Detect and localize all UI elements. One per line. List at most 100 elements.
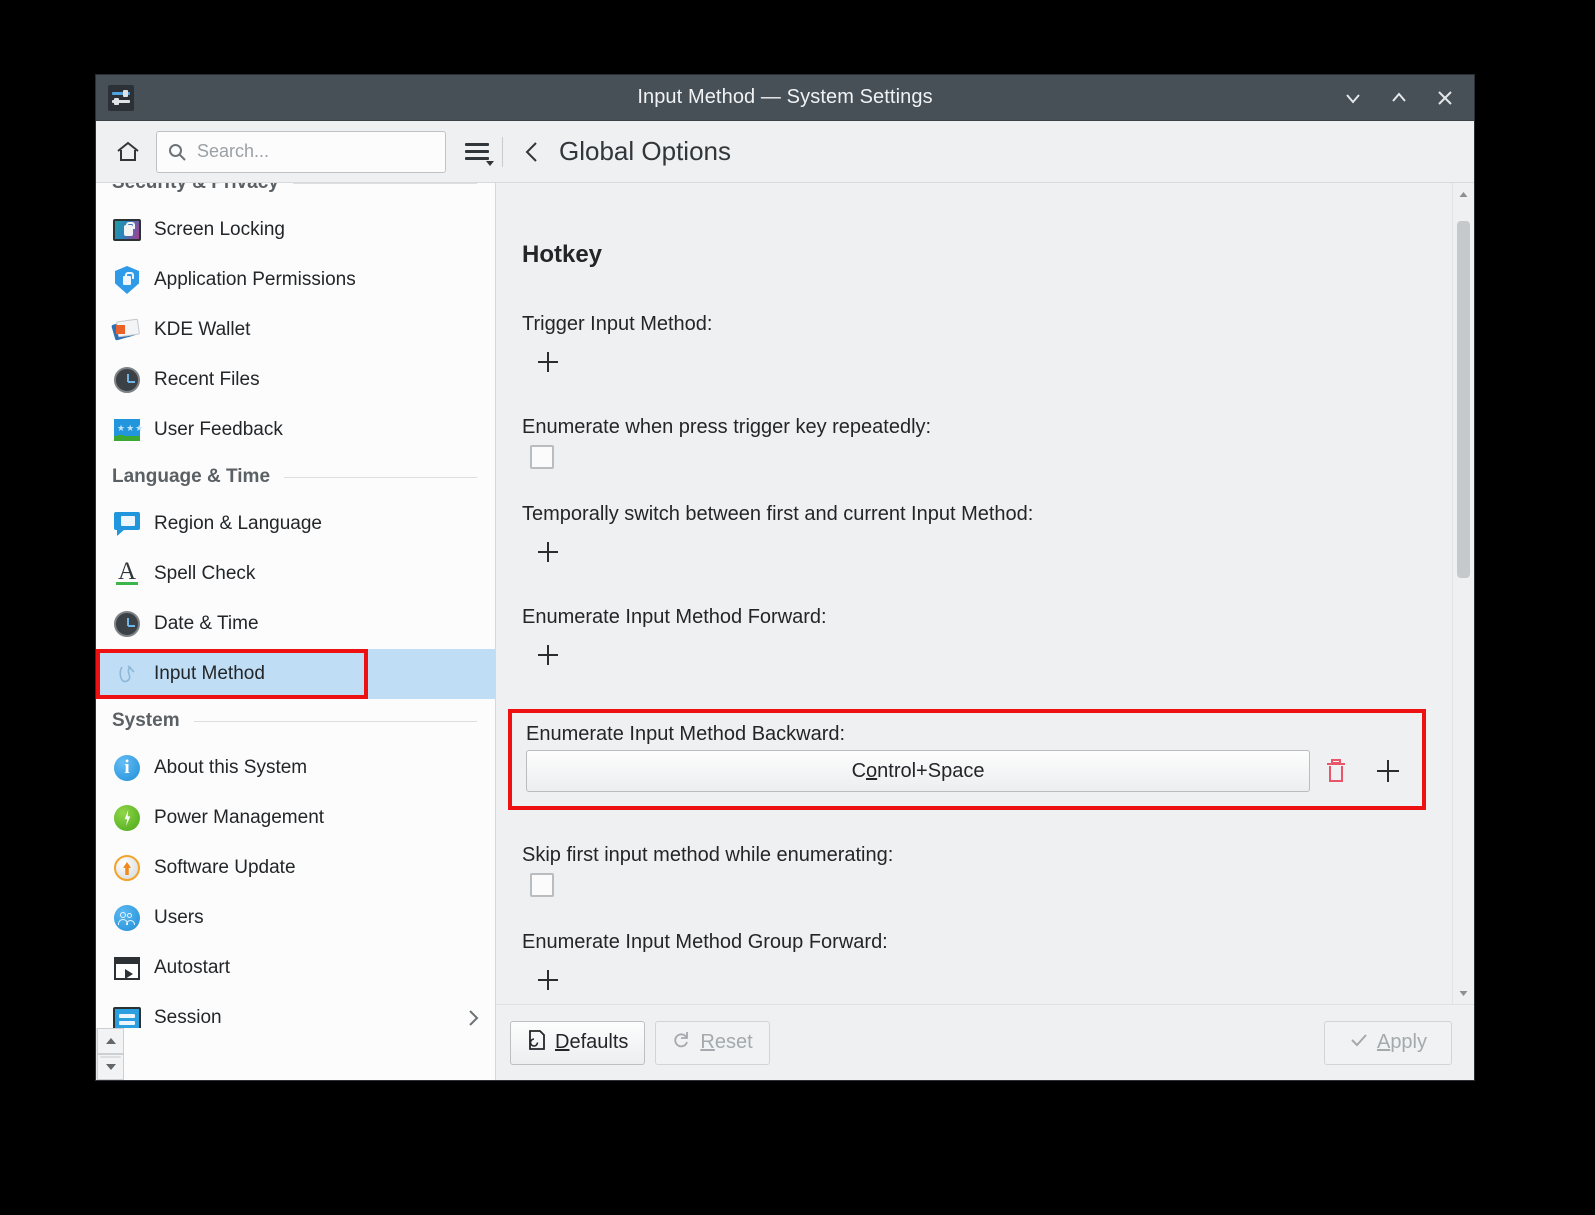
global-options-panel: Hotkey Trigger Input Method: Enumerate w…: [496, 183, 1452, 1004]
hotkey-value: Control+Space: [851, 759, 985, 782]
sidebar-item-session[interactable]: Session: [96, 993, 495, 1028]
defaults-button[interactable]: Defaults: [510, 1020, 646, 1065]
screen-locking-icon: [112, 215, 142, 245]
sidebar-item-region-language[interactable]: Region & Language: [96, 499, 495, 549]
minimize-icon[interactable]: [1338, 83, 1368, 113]
section-title-hotkey: Hotkey: [522, 241, 603, 268]
field-temporally-switch: Temporally switch between first and curr…: [522, 503, 1412, 572]
sidebar-list: Security & Privacy Screen Locking Applic…: [96, 183, 495, 1028]
sidebar-item-label: Session: [154, 1007, 222, 1028]
sidebar-item-label: Recent Files: [154, 369, 260, 390]
sidebar-item-label: Users: [154, 907, 204, 928]
maximize-icon[interactable]: [1384, 83, 1414, 113]
toolbar: Global Options: [96, 121, 1474, 183]
sidebar-item-kde-wallet[interactable]: KDE Wallet: [96, 305, 495, 355]
field-label: Temporally switch between first and curr…: [522, 503, 1034, 525]
content-scrollarea: Hotkey Trigger Input Method: Enumerate w…: [496, 183, 1474, 1004]
session-icon: [112, 1003, 142, 1028]
content-area: Hotkey Trigger Input Method: Enumerate w…: [496, 183, 1474, 1080]
reset-button[interactable]: Reset: [655, 1020, 770, 1065]
sidebar-group-security-privacy: Security & Privacy: [96, 183, 495, 205]
clock-icon: [112, 365, 142, 395]
divider: [292, 183, 477, 184]
sidebar-item-screen-locking[interactable]: Screen Locking: [96, 205, 495, 255]
scroll-up-arrow-icon[interactable]: [97, 1028, 124, 1054]
field-label: Enumerate Input Method Forward:: [522, 606, 827, 628]
scroll-up-arrow-icon[interactable]: [1453, 183, 1474, 205]
sidebar-group-label: Language & Time: [112, 466, 271, 487]
defaults-label: Defaults: [555, 1031, 629, 1053]
window-body: Security & Privacy Screen Locking Applic…: [96, 183, 1474, 1080]
sidebar-item-spell-check[interactable]: A Spell Check: [96, 549, 495, 599]
sidebar-item-input-method[interactable]: Input Method: [96, 649, 495, 699]
sidebar-scroll-viewport: Security & Privacy Screen Locking Applic…: [96, 183, 495, 1028]
add-shortcut-button-enumerate-group-forward[interactable]: [528, 960, 568, 1000]
checkbox-skip-first-input-method[interactable]: [530, 873, 554, 897]
sidebar-item-autostart[interactable]: Autostart: [96, 943, 495, 993]
hotkey-button-enumerate-backward[interactable]: Control+Space: [526, 750, 1310, 792]
window-controls: [1338, 83, 1474, 113]
menu-icon[interactable]: [460, 132, 494, 172]
system-settings-window: Input Method — System Settings Search...…: [96, 75, 1474, 1080]
apply-label: Apply: [1376, 1031, 1428, 1053]
clock-icon: [112, 609, 142, 639]
sidebar-item-application-permissions[interactable]: Application Permissions: [96, 255, 495, 305]
sidebar-group-label: System: [112, 710, 180, 731]
sidebar-group-system: System: [96, 699, 495, 743]
divider: [284, 476, 477, 478]
search-input[interactable]: [195, 140, 435, 163]
field-label: Trigger Input Method:: [522, 313, 713, 335]
content-scrollbar[interactable]: [1452, 183, 1474, 1004]
spell-check-icon: A: [116, 558, 138, 585]
reset-label: Reset: [700, 1031, 753, 1053]
add-shortcut-button-enumerate-forward[interactable]: [528, 635, 568, 675]
sidebar-item-date-time[interactable]: Date & Time: [96, 599, 495, 649]
field-skip-first-input-method: Skip first input method while enumeratin…: [522, 844, 1412, 897]
content-scroll-track[interactable]: [1453, 205, 1474, 982]
field-label: Skip first input method while enumeratin…: [522, 844, 894, 866]
add-shortcut-button-temporally-switch[interactable]: [528, 532, 568, 572]
sidebar-item-users[interactable]: Users: [96, 893, 495, 943]
search-box[interactable]: [156, 130, 446, 173]
sidebar-item-power-management[interactable]: Power Management: [96, 793, 495, 843]
sidebar-item-recent-files[interactable]: Recent Files: [96, 355, 495, 405]
toolbar-separator: [502, 136, 503, 167]
content-scroll-thumb[interactable]: [1457, 220, 1470, 578]
sidebar-item-user-feedback[interactable]: ★★★ User Feedback: [96, 405, 495, 455]
checkbox-enumerate-on-repeat[interactable]: [530, 445, 554, 469]
sidebar-item-label: Input Method: [154, 663, 265, 684]
delete-shortcut-trash-icon[interactable]: [1310, 750, 1362, 792]
annotation-rectangle-enumerate-backward: Enumerate Input Method Backward: Control…: [508, 709, 1426, 810]
close-icon[interactable]: [1430, 83, 1460, 113]
check-icon: [1349, 1030, 1369, 1056]
sidebar-scrollbar[interactable]: [96, 1028, 124, 1080]
sidebar-group-label: Security & Privacy: [112, 183, 279, 194]
field-label: Enumerate when press trigger key repeate…: [522, 416, 932, 438]
sidebar-item-label: Date & Time: [154, 613, 259, 634]
window-title: Input Method — System Settings: [637, 86, 933, 108]
hotkey-row-enumerate-backward: Control+Space: [526, 750, 1408, 792]
page-title: Global Options: [559, 136, 731, 166]
shield-lock-icon: [112, 265, 142, 295]
home-icon[interactable]: [106, 132, 150, 172]
field-label: Enumerate Input Method Backward:: [526, 723, 846, 745]
titlebar: Input Method — System Settings: [96, 75, 1474, 121]
add-shortcut-button-enumerate-backward[interactable]: [1368, 751, 1408, 791]
field-enumerate-group-forward: Enumerate Input Method Group Forward:: [522, 931, 1412, 1000]
power-icon: [112, 803, 142, 833]
apply-button[interactable]: Apply: [1324, 1020, 1452, 1065]
sidebar-item-label: Autostart: [154, 957, 231, 978]
field-trigger-input-method: Trigger Input Method:: [522, 313, 1412, 382]
scroll-down-arrow-icon[interactable]: [1453, 982, 1474, 1004]
sidebar-item-software-update[interactable]: Software Update: [96, 843, 495, 893]
back-icon[interactable]: [515, 132, 551, 172]
input-method-icon: [112, 659, 142, 689]
settings-sliders-icon: [108, 84, 134, 111]
autostart-icon: [112, 953, 142, 983]
defaults-icon: [527, 1029, 547, 1057]
sidebar-scroll-thumb[interactable]: [100, 1056, 121, 1058]
add-shortcut-button-trigger-input-method[interactable]: [528, 342, 568, 382]
sidebar-group-language-time: Language & Time: [96, 455, 495, 499]
sidebar-item-label: Application Permissions: [154, 269, 356, 290]
sidebar-item-about-this-system[interactable]: About this System: [96, 743, 495, 793]
